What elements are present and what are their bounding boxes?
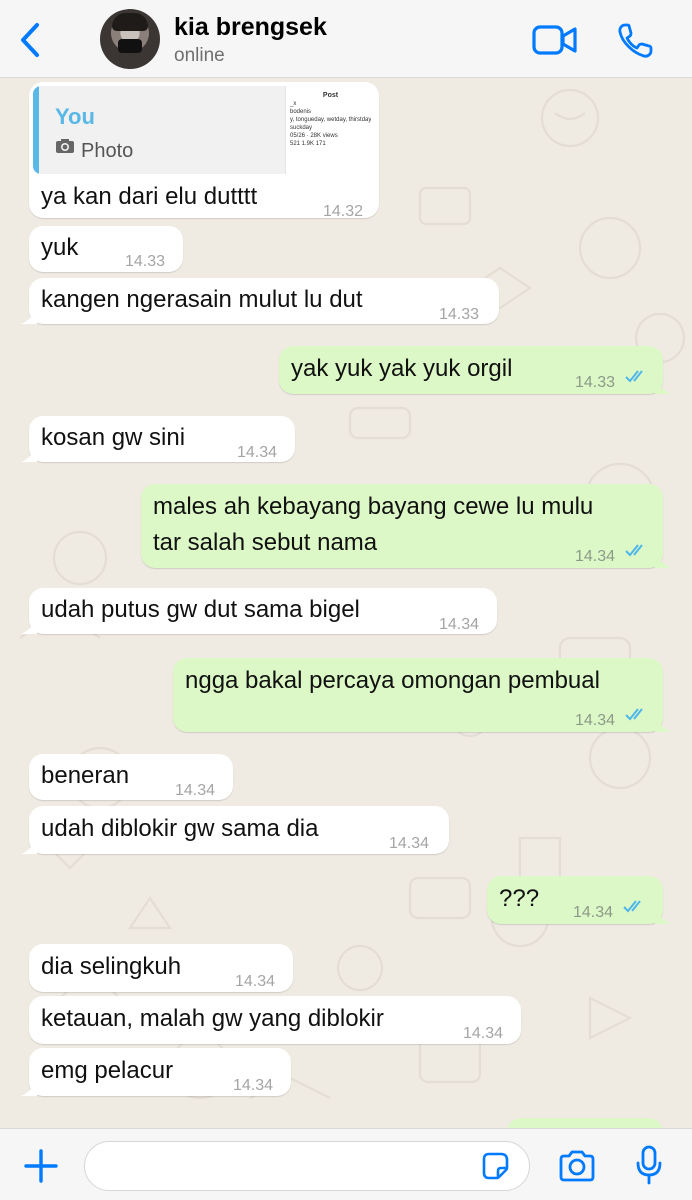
- message-time: 14.34: [237, 444, 278, 461]
- sticker-icon[interactable]: [480, 1151, 510, 1181]
- message-input[interactable]: [84, 1141, 530, 1191]
- message-time: 14.34: [233, 1077, 274, 1094]
- message-text: ketauan, malah gw yang diblokir: [41, 1005, 384, 1032]
- quote-thumbnail: Post _x bodenis y, tongueday, wetday, th…: [285, 86, 375, 174]
- message-time: 14.34: [439, 616, 480, 633]
- message-bubble-outgoing[interactable]: ??? 14.34: [487, 876, 671, 924]
- message-text: yuk: [41, 234, 79, 261]
- message-bubble-incoming[interactable]: You Photo Post _x bodenis y, tongueday, …: [29, 82, 379, 220]
- message-bubble-incoming[interactable]: udah diblokir gw sama dia 14.34: [21, 806, 449, 854]
- message-time: 14.34: [573, 904, 614, 921]
- thumbnail-line: _x: [290, 101, 297, 107]
- reply-quote[interactable]: You Photo Post _x bodenis y, tongueday, …: [33, 86, 375, 174]
- composer-bar: [0, 1128, 692, 1200]
- thumbnail-line: bodenis: [290, 109, 312, 115]
- message-time: 14.33: [575, 374, 616, 391]
- message-time: 14.34: [463, 1025, 504, 1042]
- message-text: ya kan dari elu dutttt: [41, 183, 258, 210]
- contact-status: online: [174, 45, 225, 66]
- message-bubble-incoming[interactable]: ketauan, malah gw yang diblokir 14.34: [29, 996, 521, 1044]
- message-bubble-outgoing-partial[interactable]: [507, 1118, 663, 1128]
- thumbnail-line: suckday: [290, 125, 313, 131]
- message-bubble-incoming[interactable]: emg pelacur 14.34: [21, 1048, 291, 1096]
- message-text-line: males ah kebayang bayang cewe lu mulu: [153, 493, 594, 520]
- read-receipt-icon: [623, 900, 641, 913]
- message-text: yak yuk yak yuk orgil: [291, 355, 513, 382]
- message-time: 14.34: [575, 548, 616, 565]
- message-bubble-outgoing[interactable]: ngga bakal percaya omongan pembual 14.34: [173, 658, 671, 732]
- message-time: 14.34: [575, 712, 616, 729]
- message-bubble-incoming[interactable]: udah putus gw dut sama bigel 14.34: [21, 588, 497, 634]
- message-text: dia selingkuh: [41, 953, 182, 980]
- phone-icon[interactable]: [616, 22, 654, 60]
- message-text: ngga bakal percaya omongan pembual: [185, 667, 600, 694]
- message-bubble-incoming[interactable]: kangen ngerasain mulut lu dut 14.33: [21, 278, 499, 324]
- message-text: beneran: [41, 762, 130, 789]
- message-text: ???: [499, 885, 540, 912]
- message-time: 14.33: [125, 253, 166, 270]
- message-bubble-incoming[interactable]: kosan gw sini 14.34: [21, 416, 295, 462]
- quote-author: You: [55, 104, 95, 129]
- contact-name[interactable]: kia brengsek: [174, 13, 327, 42]
- chat-area[interactable]: You Photo Post _x bodenis y, tongueday, …: [0, 78, 692, 1128]
- message-time: 14.32: [323, 203, 364, 220]
- avatar[interactable]: [100, 9, 160, 69]
- message-time: 14.34: [389, 835, 430, 852]
- message-text-line: tar salah sebut nama: [153, 529, 378, 556]
- microphone-icon[interactable]: [636, 1145, 662, 1185]
- thumbnail-line: 521 1.9K 171: [290, 141, 326, 147]
- thumbnail-line: y, tongueday, wetday, thirstday, fre: [290, 117, 371, 123]
- thumbnail-title: Post: [322, 92, 339, 99]
- message-bubble-incoming[interactable]: dia selingkuh 14.34: [29, 944, 293, 992]
- thumbnail-line: 05/26 · 28K views: [290, 133, 338, 139]
- video-camera-icon[interactable]: [532, 24, 578, 56]
- message-bubble-outgoing[interactable]: yak yuk yak yuk orgil 14.33: [279, 346, 671, 394]
- message-text: kangen ngerasain mulut lu dut: [41, 286, 363, 313]
- read-receipt-icon: [625, 544, 643, 557]
- camera-icon[interactable]: [558, 1149, 596, 1183]
- camera-icon: [56, 139, 74, 153]
- message-text: kosan gw sini: [41, 424, 186, 451]
- quote-type-label: Photo: [81, 140, 134, 162]
- message-time: 14.34: [175, 782, 216, 799]
- message-text: udah diblokir gw sama dia: [41, 815, 319, 842]
- message-text: udah putus gw dut sama bigel: [41, 596, 360, 623]
- message-bubble-outgoing[interactable]: males ah kebayang bayang cewe lu mulu ta…: [141, 484, 671, 568]
- message-bubble-incoming[interactable]: beneran 14.34: [29, 754, 233, 800]
- message-bubble-incoming[interactable]: yuk 14.33: [29, 226, 183, 272]
- plus-icon[interactable]: [24, 1149, 58, 1183]
- chevron-left-icon[interactable]: [16, 22, 46, 58]
- read-receipt-icon: [625, 370, 643, 383]
- read-receipt-icon: [625, 708, 643, 721]
- chat-header: kia brengsek online: [0, 0, 692, 78]
- message-text: emg pelacur: [41, 1057, 174, 1084]
- message-time: 14.34: [235, 973, 276, 990]
- message-time: 14.33: [439, 306, 480, 323]
